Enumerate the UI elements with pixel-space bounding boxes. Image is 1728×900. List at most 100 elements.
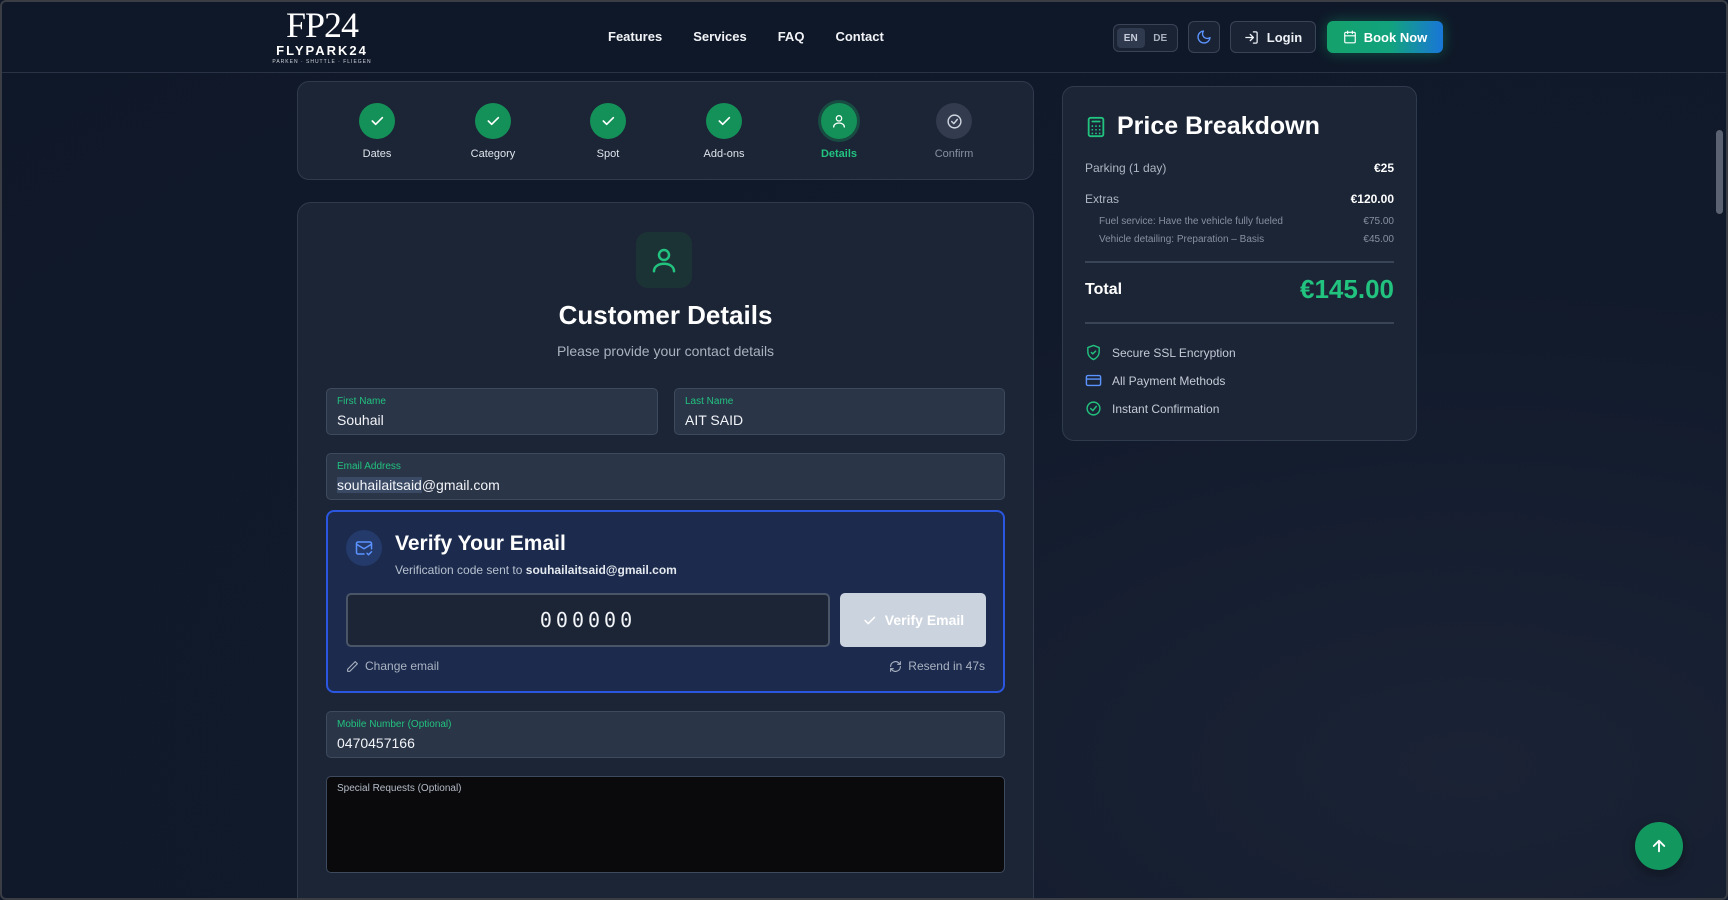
price-row-extra-item: Fuel service: Have the vehicle fully fue… [1085, 216, 1394, 227]
special-requests-textarea[interactable]: Special Requests (Optional) [326, 776, 1005, 873]
extras-value: €120.00 [1350, 192, 1394, 206]
verification-code-input[interactable]: 000000 [346, 593, 830, 647]
last-name-label: Last Name [685, 396, 734, 407]
change-email-label: Change email [365, 659, 440, 673]
booking-stepper: Dates Category Spot Add-ons Details Conf… [297, 81, 1034, 180]
page-scrollbar[interactable] [1716, 130, 1723, 214]
user-icon [652, 248, 676, 273]
feature-ssl: Secure SSL Encryption [1085, 344, 1236, 361]
mobile-number-field[interactable]: Mobile Number (Optional) 0470457166 [326, 711, 1005, 758]
price-row-total: Total €145.00 [1085, 274, 1394, 305]
email-label: Email Address [337, 461, 401, 472]
step-dates[interactable]: Dates [327, 103, 427, 160]
nav-contact[interactable]: Contact [835, 29, 883, 44]
logo-wordmark: FLYPARK24 [276, 43, 368, 58]
step-label: Details [820, 148, 858, 160]
check-icon [718, 116, 731, 126]
step-label: Category [470, 148, 516, 160]
feature-ssl-label: Secure SSL Encryption [1112, 345, 1236, 360]
price-title: Price Breakdown [1117, 112, 1320, 140]
change-email-link[interactable]: Change email [346, 659, 439, 673]
check-icon [371, 116, 384, 126]
feature-payment-label: All Payment Methods [1112, 373, 1226, 388]
calculator-icon [1087, 116, 1105, 137]
nav-features[interactable]: Features [608, 29, 662, 44]
user-badge [636, 232, 692, 288]
pencil-icon [347, 660, 358, 672]
extra-item-value: €75.00 [1363, 216, 1394, 227]
step-details[interactable]: Details [789, 103, 889, 160]
email-domain-text: @gmail.com [421, 477, 500, 493]
language-switcher: EN DE [1113, 24, 1178, 52]
book-now-label: Book Now [1363, 29, 1428, 45]
moon-icon [1197, 30, 1211, 44]
verify-badge [346, 530, 382, 566]
logo-tagline: PARKEN · SHUTTLE · FLIEGEN [272, 59, 372, 65]
verify-subtitle: Verification code sent to souhailaitsaid… [395, 563, 677, 577]
step-spot-circle [590, 103, 626, 139]
customer-details-card: Customer Details Please provide your con… [297, 202, 1034, 900]
feature-instant-label: Instant Confirmation [1112, 401, 1220, 416]
user-icon [833, 115, 845, 128]
price-row-extra-item: Vehicle detailing: Preparation – Basis €… [1085, 234, 1394, 245]
verify-sent-to: souhailaitsaid@gmail.com [525, 563, 677, 577]
lang-de[interactable]: DE [1147, 28, 1175, 48]
nav-services[interactable]: Services [693, 29, 747, 44]
step-confirm-circle [936, 103, 972, 139]
logo-mark: FP24 [285, 5, 359, 45]
login-button[interactable]: Login [1230, 21, 1316, 53]
price-divider [1085, 261, 1394, 263]
email-field[interactable]: Email Address souhailaitsaid@gmail.com [326, 453, 1005, 500]
nav-faq[interactable]: FAQ [778, 29, 805, 44]
resend-code-link[interactable]: Resend in 47s [889, 659, 985, 673]
verify-email-label: Verify Email [884, 612, 965, 628]
first-name-value: Souhail [337, 412, 384, 428]
check-circle-icon [1086, 401, 1101, 416]
price-row-parking: Parking (1 day) €25 [1085, 161, 1394, 175]
step-confirm[interactable]: Confirm [904, 103, 1004, 160]
verify-email-button[interactable]: Verify Email [840, 593, 986, 647]
parking-value: €25 [1373, 161, 1394, 175]
lang-en[interactable]: EN [1117, 28, 1145, 48]
login-label: Login [1266, 29, 1303, 45]
mail-check-icon [355, 541, 373, 556]
price-row-extras: Extras €120.00 [1085, 192, 1394, 206]
special-requests-label: Special Requests (Optional) [337, 783, 462, 794]
credit-card-icon [1085, 374, 1102, 387]
step-label: Dates [362, 148, 392, 160]
step-add-ons[interactable]: Add-ons [674, 103, 774, 160]
verify-title: Verify Your Email [395, 532, 566, 555]
shield-check-icon [1087, 344, 1100, 361]
step-spot[interactable]: Spot [558, 103, 658, 160]
step-dates-circle [359, 103, 395, 139]
site-header: FP24 FLYPARK24 PARKEN · SHUTTLE · FLIEGE… [0, 0, 1728, 73]
arrow-up-icon [1652, 839, 1666, 853]
step-add-ons-circle [706, 103, 742, 139]
last-name-field[interactable]: Last Name AIT SAID [674, 388, 1005, 435]
check-circle-icon [946, 113, 962, 129]
step-category[interactable]: Category [443, 103, 543, 160]
scroll-to-top-button[interactable] [1635, 822, 1683, 870]
email-selected-text: souhailaitsaid [337, 477, 422, 493]
step-label: Add-ons [703, 148, 745, 160]
feature-payment: All Payment Methods [1085, 372, 1225, 389]
price-divider [1085, 322, 1394, 324]
verify-email-panel: Verify Your Email Verification code sent… [326, 510, 1005, 693]
book-now-button[interactable]: Book Now [1327, 21, 1443, 53]
price-header: Price Breakdown [1085, 112, 1320, 141]
check-icon [602, 116, 615, 126]
step-label: Confirm [934, 148, 974, 160]
logo[interactable]: FP24 FLYPARK24 PARKEN · SHUTTLE · FLIEGE… [270, 6, 374, 68]
check-icon [487, 116, 500, 126]
theme-toggle-button[interactable] [1188, 21, 1220, 53]
step-category-circle [475, 103, 511, 139]
mobile-value: 0470457166 [337, 735, 415, 751]
first-name-field[interactable]: First Name Souhail [326, 388, 658, 435]
verify-sent-prefix: Verification code sent to [395, 563, 523, 577]
parking-label: Parking (1 day) [1085, 161, 1167, 175]
calendar-icon [1343, 30, 1356, 44]
extra-item-label: Vehicle detailing: Preparation – Basis [1099, 234, 1265, 245]
login-icon [1245, 30, 1258, 44]
total-value: €145.00 [1300, 274, 1394, 304]
first-name-label: First Name [337, 396, 386, 407]
